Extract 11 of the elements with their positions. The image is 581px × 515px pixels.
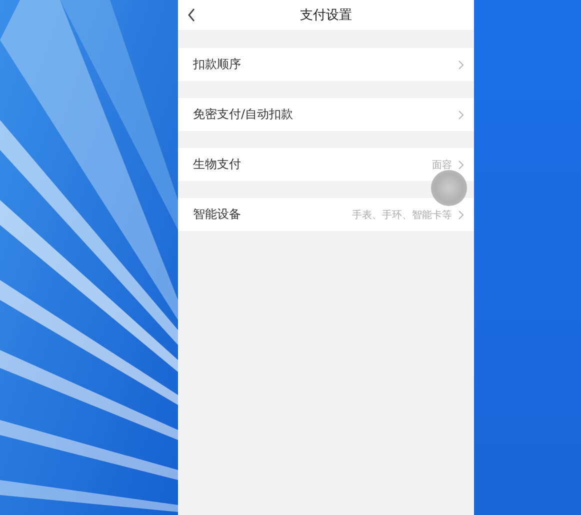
row-label: 免密支付/自动扣款 (193, 106, 294, 123)
settings-row[interactable]: 免密支付/自动扣款 (178, 98, 474, 131)
settings-row[interactable]: 生物支付 面容 (178, 148, 474, 181)
row-label: 生物支付 (193, 156, 242, 173)
row-label: 智能设备 (193, 206, 242, 223)
row-label: 扣款顺序 (193, 56, 242, 73)
row-value: 手表、手环、智能卡等 (352, 208, 452, 222)
settings-row[interactable]: 智能设备 手表、手环、智能卡等 (178, 198, 474, 231)
row-value: 面容 (432, 158, 452, 172)
screen-title: 支付设置 (300, 7, 352, 24)
settings-row[interactable]: 扣款顺序 (178, 48, 474, 81)
